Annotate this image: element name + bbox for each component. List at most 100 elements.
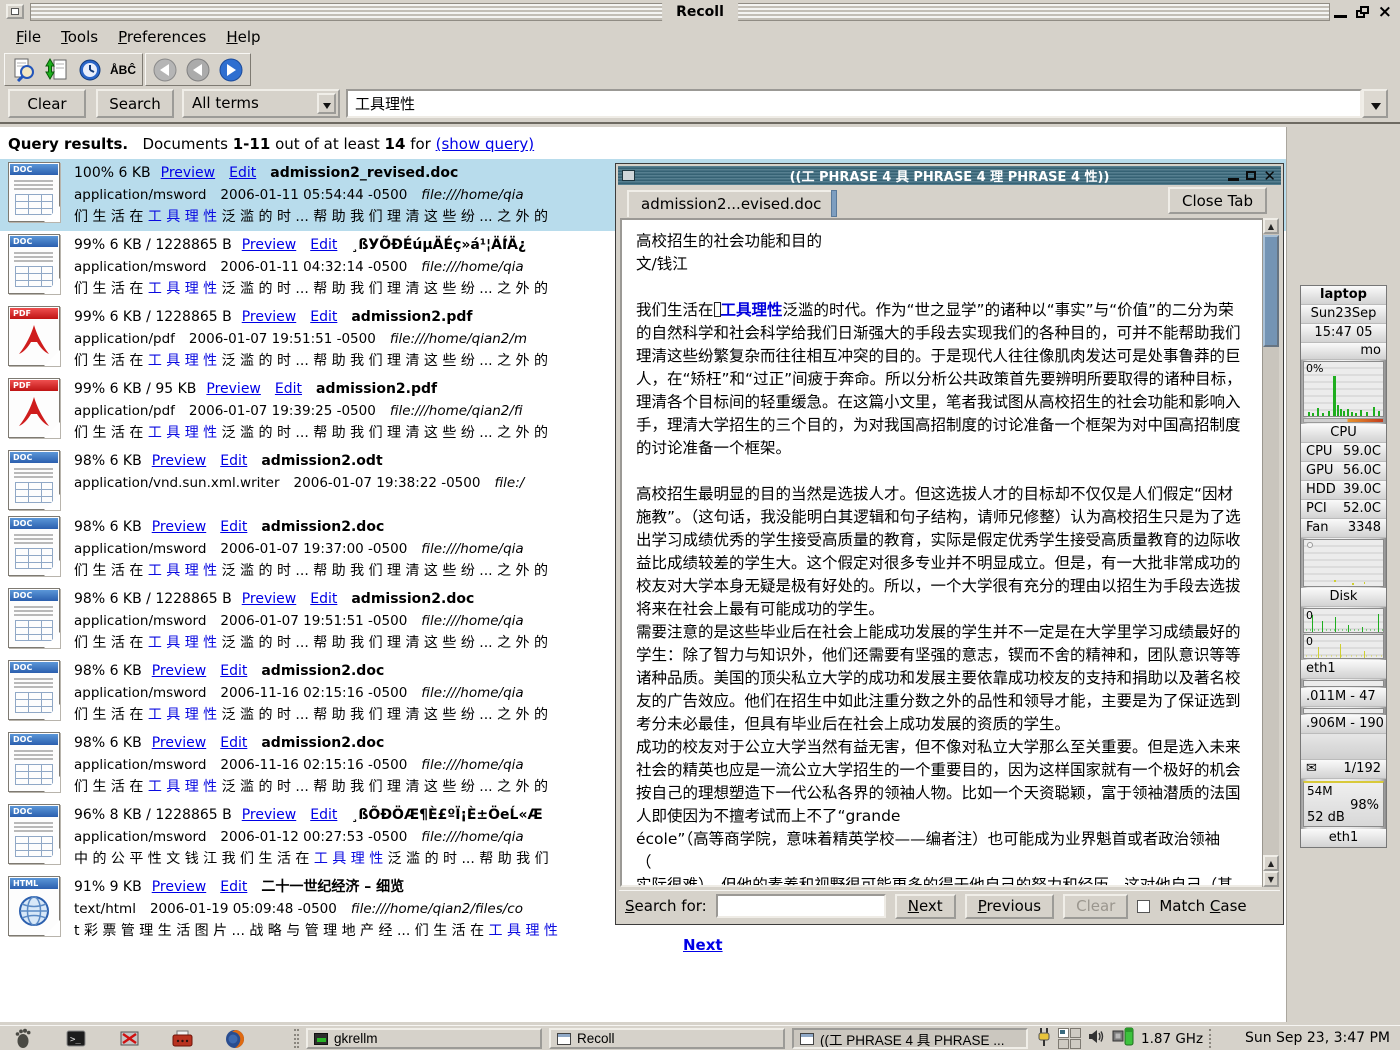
preview-link[interactable]: Preview bbox=[152, 735, 207, 751]
doc-file-icon: DOC bbox=[8, 162, 60, 222]
search-history-dropdown-icon[interactable] bbox=[1362, 89, 1388, 118]
edit-link[interactable]: Edit bbox=[220, 663, 247, 679]
preview-window-menu-icon[interactable] bbox=[622, 170, 635, 181]
firefox-icon[interactable] bbox=[224, 1028, 246, 1050]
nav-forward-icon-button[interactable] bbox=[216, 56, 246, 83]
page-fold bbox=[47, 425, 60, 438]
preview-document-text[interactable]: 高校招生的社会功能和目的文/钱江我们生活在工具理性泛滥的时代。作为“世之显学”的… bbox=[620, 218, 1279, 887]
preview-link[interactable]: Preview bbox=[161, 165, 216, 181]
preview-minimize-icon[interactable] bbox=[1228, 178, 1239, 181]
nav-back-icon-button[interactable] bbox=[183, 56, 213, 83]
preview-link[interactable]: Preview bbox=[152, 879, 207, 895]
results-doc-word: Documents bbox=[142, 135, 228, 153]
doc-search-icon-button[interactable] bbox=[9, 56, 39, 83]
edit-link[interactable]: Edit bbox=[310, 807, 337, 823]
file-type-label: DOC bbox=[10, 662, 58, 673]
result-relevance-size: 96% 8 KB / 1228865 B bbox=[74, 807, 232, 823]
edit-link[interactable]: Edit bbox=[310, 591, 337, 607]
search-button[interactable]: Search bbox=[96, 89, 174, 118]
taskbar-button--phrase-4-phrase-[interactable]: ((工 PHRASE 4 具 PHRASE ... bbox=[792, 1028, 1028, 1049]
preview-close-icon[interactable]: ✕ bbox=[1263, 170, 1276, 182]
show-query-link[interactable]: (show query) bbox=[436, 135, 535, 153]
preview-scrollbar[interactable]: ▲ ▲ ▼ bbox=[1262, 218, 1279, 887]
menu-tools[interactable]: Tools bbox=[51, 24, 108, 50]
find-previous-button[interactable]: Previous bbox=[965, 894, 1054, 919]
next-page-link[interactable]: Next bbox=[683, 936, 723, 954]
edit-link[interactable]: Edit bbox=[275, 381, 302, 397]
scrollbar-thumb[interactable] bbox=[1263, 235, 1279, 347]
edit-link[interactable]: Edit bbox=[220, 879, 247, 895]
search-input[interactable] bbox=[346, 89, 1362, 118]
lock-display-icon[interactable] bbox=[118, 1028, 140, 1050]
nav-first-icon-button[interactable] bbox=[150, 56, 180, 83]
match-case-checkbox[interactable] bbox=[1137, 900, 1150, 913]
memory-value: 54M bbox=[1307, 784, 1333, 798]
scroll-up-icon[interactable]: ▲ bbox=[1263, 218, 1279, 234]
preview-link[interactable]: Preview bbox=[206, 381, 261, 397]
power-plug-icon[interactable] bbox=[1037, 1027, 1051, 1050]
find-next-button[interactable]: Next bbox=[895, 894, 956, 919]
page-fold bbox=[47, 635, 60, 648]
preview-search-input[interactable] bbox=[716, 894, 886, 918]
preview-link[interactable]: Preview bbox=[152, 663, 207, 679]
chevron-down-icon[interactable] bbox=[317, 93, 336, 114]
result-relevance-size: 99% 6 KB / 1228865 B bbox=[74, 237, 232, 253]
menu-help[interactable]: Help bbox=[216, 24, 270, 50]
scroll-up-icon[interactable]: ▲ bbox=[1263, 855, 1279, 871]
edit-link[interactable]: Edit bbox=[310, 309, 337, 325]
result-relevance-size: 98% 6 KB / 1228865 B bbox=[74, 591, 232, 607]
edit-link[interactable]: Edit bbox=[229, 165, 256, 181]
menu-file[interactable]: File bbox=[6, 24, 51, 50]
gkrellm-panel[interactable]: laptop Sun23Sep 15:47 05 mo 0% CPU CPU59… bbox=[1300, 285, 1387, 848]
taskbar-button-gkrellm[interactable]: gkrellm bbox=[306, 1028, 542, 1049]
preview-link[interactable]: Preview bbox=[242, 237, 297, 253]
taskbar-button-recoll[interactable]: Recoll bbox=[549, 1028, 785, 1049]
sort-icon-button[interactable] bbox=[42, 56, 72, 83]
taskbar-handle[interactable] bbox=[294, 1029, 299, 1048]
close-tab-button[interactable]: Close Tab bbox=[1168, 187, 1267, 214]
menu-preferences[interactable]: Preferences bbox=[108, 24, 216, 50]
cpufreq-icon[interactable] bbox=[1112, 1027, 1134, 1050]
taskbar-clock[interactable]: Sun Sep 23, 3:47 PM bbox=[1245, 1027, 1390, 1050]
search-term-highlight: 工 具 理 性 bbox=[489, 923, 558, 939]
term-explorer-icon-button[interactable]: ÅBĈ bbox=[108, 56, 138, 83]
result-title: admission2.pdf bbox=[351, 309, 472, 325]
restore-icon[interactable] bbox=[1356, 6, 1369, 18]
typewriter-icon[interactable] bbox=[171, 1028, 193, 1050]
edit-link[interactable]: Edit bbox=[220, 453, 247, 469]
scroll-down-icon[interactable]: ▼ bbox=[1263, 871, 1279, 887]
page-fold bbox=[47, 209, 60, 222]
gnome-foot-icon[interactable] bbox=[12, 1028, 34, 1050]
clear-button[interactable]: Clear bbox=[8, 89, 86, 118]
doc-text-line bbox=[14, 188, 53, 190]
search-mode-select[interactable]: All terms bbox=[182, 89, 340, 118]
minimize-icon[interactable] bbox=[1334, 15, 1347, 18]
result-title: admission2.odt bbox=[261, 453, 382, 469]
preview-link[interactable]: Preview bbox=[242, 309, 297, 325]
page-fold bbox=[47, 497, 60, 510]
preview-link[interactable]: Preview bbox=[152, 453, 207, 469]
window-menu-button[interactable] bbox=[6, 4, 24, 19]
close-icon[interactable]: × bbox=[1378, 5, 1392, 19]
main-titlebar[interactable]: Recoll × bbox=[0, 0, 1400, 24]
find-clear-button[interactable]: Clear bbox=[1063, 894, 1128, 919]
result-text: 98% 6 KB / 1228865 BPreviewEditadmission… bbox=[74, 588, 548, 654]
preview-maximize-icon[interactable] bbox=[1246, 171, 1256, 180]
preview-titlebar[interactable]: ((工 PHRASE 4 具 PHRASE 4 理 PHRASE 4 性)) ✕ bbox=[618, 166, 1281, 185]
preview-link[interactable]: Preview bbox=[152, 519, 207, 535]
gkrellm-hostname: laptop bbox=[1301, 286, 1386, 305]
terminal-icon[interactable]: >_ bbox=[65, 1028, 87, 1050]
edit-link[interactable]: Edit bbox=[220, 519, 247, 535]
clock-handle[interactable] bbox=[1209, 1029, 1212, 1048]
workspace-switcher[interactable] bbox=[1058, 1028, 1081, 1049]
preview-link[interactable]: Preview bbox=[242, 807, 297, 823]
file-type-label: HTML bbox=[10, 878, 58, 889]
preview-tab[interactable]: admission2...evised.doc bbox=[627, 190, 835, 217]
results-total: 14 bbox=[385, 135, 406, 153]
edit-link[interactable]: Edit bbox=[220, 735, 247, 751]
preview-link[interactable]: Preview bbox=[242, 591, 297, 607]
volume-icon[interactable] bbox=[1088, 1029, 1105, 1048]
edit-link[interactable]: Edit bbox=[310, 237, 337, 253]
sort-by-date-icon-button[interactable] bbox=[75, 56, 105, 83]
gkrellm-date: Sun23Sep bbox=[1301, 305, 1386, 324]
